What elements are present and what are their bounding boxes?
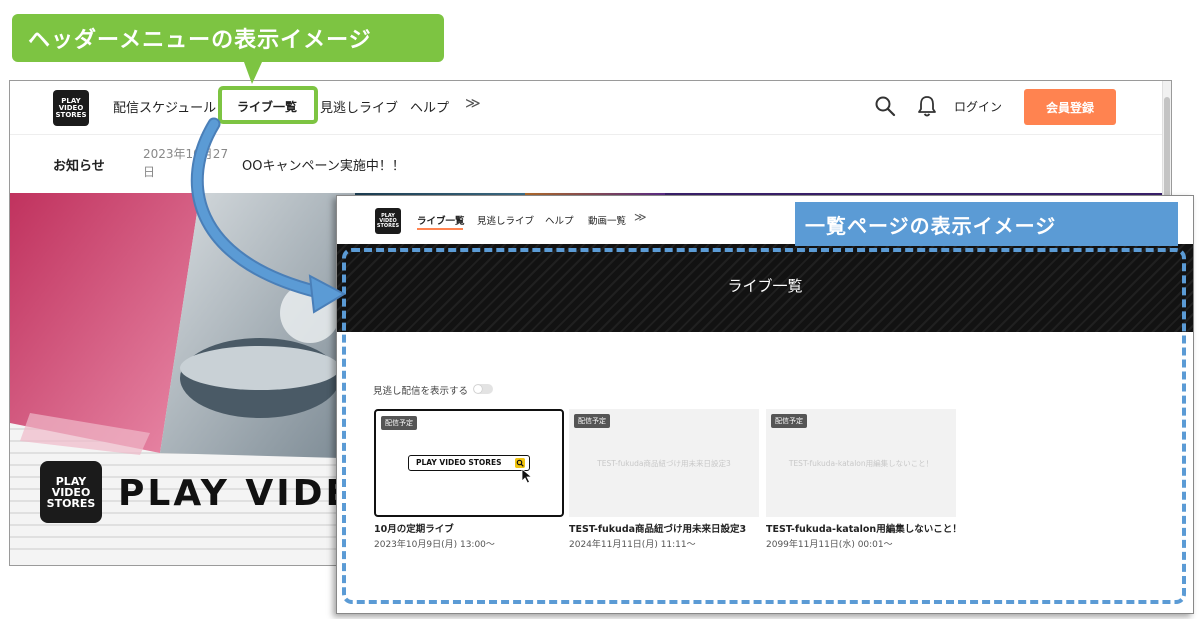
header-divider (10, 134, 1171, 135)
logo-line: STORES (55, 110, 87, 119)
logo-line: STORES (46, 496, 96, 510)
live-list-window: PLAY VIDEO STORES ライブ一覧 見逃しライブ ヘルプ 動画一覧 … (336, 195, 1194, 614)
search-icon[interactable] (874, 95, 896, 117)
nav-more-icon[interactable]: ≫ (634, 210, 647, 224)
nav-item-missed-live[interactable]: 見逃しライブ (477, 213, 534, 227)
nav-item-help[interactable]: ヘルプ (545, 213, 574, 227)
nav-item-missed-live[interactable]: 見逃しライブ (320, 97, 398, 116)
news-date: 2023年10月27日 (143, 147, 229, 179)
nav-item-video-list[interactable]: 動画一覧 (588, 213, 626, 227)
news-label: お知らせ (53, 159, 105, 174)
logo-line: STORES (376, 222, 400, 229)
nav-more-icon[interactable]: ≫ (465, 94, 481, 112)
nav-item-help[interactable]: ヘルプ (410, 97, 449, 116)
nav-item-live-list[interactable]: ライブ一覧 (417, 213, 465, 227)
header-menu-callout: ヘッダーメニューの表示イメージ (12, 14, 444, 62)
nav-item-schedule[interactable]: 配信スケジュール (113, 97, 216, 116)
bell-icon[interactable] (916, 94, 938, 118)
login-link[interactable]: ログイン (954, 98, 1002, 115)
screenshot-stage: PLAY VIDEO STORES 配信スケジュール ライブ一覧 見逃しライブ … (0, 0, 1204, 619)
site-logo[interactable]: PLAY VIDEO STORES (375, 208, 401, 234)
hero-brand-logo: PLAY VIDEO STORES (40, 461, 102, 523)
nav-highlight-box: ライブ一覧 (218, 86, 318, 124)
nav-item-live-list[interactable]: ライブ一覧 (237, 98, 297, 115)
active-nav-underline (417, 228, 463, 230)
list-page-callout: 一覧ページの表示イメージ (795, 202, 1178, 246)
site-logo[interactable]: PLAY VIDEO STORES (53, 90, 89, 126)
list-area-highlight-frame (342, 248, 1186, 604)
logo-line: VIDEO (51, 485, 91, 499)
news-text[interactable]: OOキャンペーン実施中！！ (242, 155, 405, 174)
register-button[interactable]: 会員登録 (1024, 89, 1116, 125)
logo-line: PLAY (55, 474, 87, 488)
